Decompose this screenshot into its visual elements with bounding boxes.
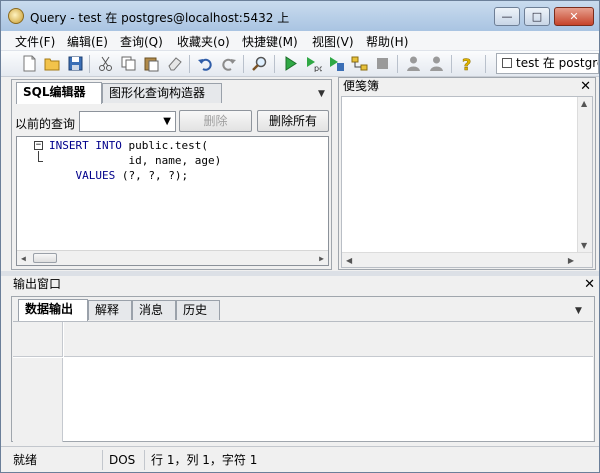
menu-bar: 文件(F) 编辑(E) 查询(Q) 收藏夹(o) 快捷键(M) 视图(V) 帮助…: [1, 31, 599, 51]
window-title: Query - test 在 postgres@localhost:5432 上: [30, 11, 290, 25]
code-line-3: VALUES (?, ?, ?);: [75, 169, 189, 182]
output-content: 数据输出 解释 消息 历史 ▼: [11, 296, 595, 442]
new-file-icon[interactable]: [21, 55, 38, 72]
output-title: 输出窗口: [13, 277, 62, 291]
grid-corner[interactable]: [13, 322, 63, 357]
fold-line: [38, 151, 39, 161]
title-bar: Query - test 在 postgres@localhost:5432 上…: [1, 1, 599, 31]
cancel-query-icon[interactable]: [374, 55, 391, 72]
undo-icon[interactable]: [197, 55, 214, 72]
scroll-down-icon[interactable]: ▼: [581, 241, 587, 250]
toolbar-separator: [397, 55, 398, 73]
close-button[interactable]: ✕: [554, 7, 594, 26]
execute-pgscript-icon[interactable]: pg: [305, 55, 322, 72]
execute-icon[interactable]: [282, 55, 299, 72]
panel-menu-arrow-icon[interactable]: ▼: [318, 89, 325, 99]
toolbar-separator: [451, 55, 452, 73]
copy-icon[interactable]: [120, 55, 137, 72]
scratch-pad-close-icon[interactable]: ✕: [580, 78, 591, 95]
open-folder-icon[interactable]: [44, 55, 61, 72]
tab-data-output[interactable]: 数据输出: [18, 299, 88, 321]
scroll-left-icon[interactable]: ◀: [346, 256, 352, 265]
toolbar-separator: [274, 55, 275, 73]
tab-sql-editor[interactable]: SQL编辑器: [16, 82, 102, 104]
menu-file[interactable]: 文件(F): [15, 33, 55, 50]
scratch-pad-title: 便笺簿: [343, 79, 380, 93]
eraser-icon[interactable]: [166, 55, 183, 72]
previous-queries-label: 以前的查询: [15, 117, 76, 131]
scratch-pad-horizontal-scrollbar[interactable]: ◀ ▶: [342, 252, 592, 267]
menu-edit[interactable]: 编辑(E): [67, 33, 108, 50]
scroll-up-icon[interactable]: ▲: [581, 99, 587, 108]
status-bar: 就绪 DOS 行 1，列 1，字符 1: [1, 446, 599, 472]
query-window: Query - test 在 postgres@localhost:5432 上…: [0, 0, 600, 473]
explain-query-icon[interactable]: [351, 55, 368, 72]
delete-button[interactable]: 删除: [179, 110, 252, 132]
svg-text:?: ?: [462, 55, 471, 72]
database-connection-label: test 在 postgres@localhost:5432: [516, 56, 598, 70]
fold-end: [38, 161, 43, 162]
status-state: 就绪: [9, 450, 103, 470]
menu-shortcuts[interactable]: 快捷键(M): [242, 33, 298, 50]
output-header: 输出窗口 ✕: [9, 276, 597, 294]
sql-code-editor[interactable]: − INSERT INTO public.test( id, name, age…: [16, 136, 329, 266]
scrollbar-thumb[interactable]: [33, 253, 57, 263]
commit-icon[interactable]: [405, 55, 422, 72]
code-line-1: INSERT INTO public.test(: [49, 139, 208, 152]
code-line-2: id, name, age): [49, 154, 222, 167]
sql-editor-panel: SQL编辑器 图形化查询构造器 ▼ 以前的查询 ▼ 删除 删除所有 − INSE…: [11, 79, 332, 270]
delete-all-button[interactable]: 删除所有: [257, 110, 329, 132]
scroll-left-icon[interactable]: ◀: [21, 254, 26, 263]
pgadmin-elephant-icon: [8, 8, 24, 24]
minimize-button[interactable]: —: [494, 7, 520, 26]
editor-horizontal-scrollbar[interactable]: ◀ ▶: [17, 250, 328, 265]
data-output-grid[interactable]: [13, 321, 593, 442]
toolbar-separator: [189, 55, 190, 73]
toolbar-separator: [89, 55, 90, 73]
toolbar-separator: [485, 55, 486, 73]
svg-text:pg: pg: [314, 64, 322, 72]
output-close-icon[interactable]: ✕: [584, 276, 595, 293]
chevron-down-icon: ▼: [163, 116, 171, 127]
status-cursor-position: 行 1，列 1，字符 1: [151, 453, 258, 467]
output-panel: 输出窗口 ✕ 数据输出 解释 消息 历史 ▼: [9, 276, 597, 442]
status-encoding: DOS: [105, 450, 145, 470]
toolbar-separator: [243, 55, 244, 73]
help-icon[interactable]: ?: [459, 55, 476, 72]
scratch-pad-vertical-scrollbar[interactable]: ▲ ▼: [577, 97, 592, 252]
save-icon[interactable]: [67, 55, 84, 72]
scratch-pad-panel: 便笺簿 ✕ ▲ ▼ ◀ ▶: [338, 77, 596, 270]
scratch-pad-header: 便笺簿 ✕: [339, 78, 595, 96]
tab-history[interactable]: 历史: [176, 300, 220, 320]
scroll-right-icon[interactable]: ▶: [319, 254, 324, 263]
cut-icon[interactable]: [97, 55, 114, 72]
scratch-pad-textarea[interactable]: ▲ ▼ ◀ ▶: [341, 96, 593, 268]
database-connection-select[interactable]: test 在 postgres@localhost:5432: [496, 53, 599, 74]
redo-icon[interactable]: [220, 55, 237, 72]
previous-queries-select[interactable]: ▼: [79, 111, 176, 132]
output-menu-arrow-icon[interactable]: ▼: [575, 306, 582, 316]
menu-favorites[interactable]: 收藏夹(o): [177, 33, 230, 50]
find-icon[interactable]: [251, 55, 268, 72]
maximize-button[interactable]: □: [524, 7, 550, 26]
fold-toggle-icon[interactable]: −: [34, 141, 43, 150]
menu-query[interactable]: 查询(Q): [120, 33, 163, 50]
menu-help[interactable]: 帮助(H): [366, 33, 408, 50]
menu-view[interactable]: 视图(V): [312, 33, 354, 50]
paste-icon[interactable]: [143, 55, 160, 72]
grid-column-header: [64, 322, 593, 357]
execute-to-file-icon[interactable]: [328, 55, 345, 72]
scroll-right-icon[interactable]: ▶: [568, 256, 574, 265]
tab-graphical-query-builder[interactable]: 图形化查询构造器: [102, 83, 222, 103]
grid-row-header: [13, 358, 63, 442]
rollback-icon[interactable]: [428, 55, 445, 72]
tab-explain[interactable]: 解释: [88, 300, 132, 320]
tab-messages[interactable]: 消息: [132, 300, 176, 320]
toolbar: pg ? test 在 postgres@localhost:5432: [1, 51, 599, 77]
checkbox-icon: [502, 58, 512, 68]
